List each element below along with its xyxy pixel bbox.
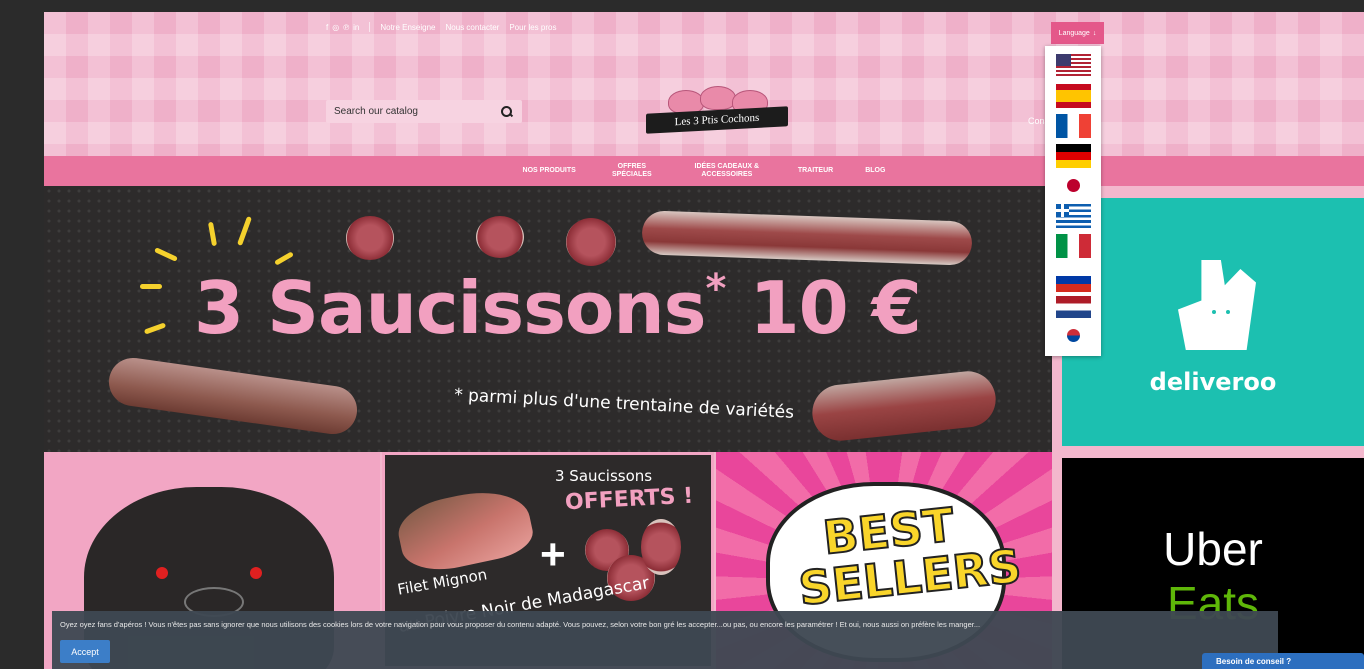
search-box (326, 100, 522, 123)
best-sellers-text: BEST SELLERS (792, 496, 1025, 616)
flag-ru-icon[interactable] (1056, 268, 1091, 292)
flag-nl-icon[interactable] (1056, 296, 1091, 318)
logo-text: Les 3 Ptis Cochons (646, 106, 788, 134)
hero-banner[interactable]: 3 Saucissons* 10 € * parmi plus d'une tr… (44, 186, 1052, 452)
pig-eye (250, 567, 262, 579)
language-label: Language (1058, 29, 1090, 37)
tile2-line3: Filet Mignon (396, 565, 489, 599)
uber-wordmark: Uber (1163, 523, 1263, 575)
pig-eye (156, 567, 168, 579)
flag-it-icon[interactable] (1056, 234, 1091, 258)
flag-fr-icon[interactable] (1056, 114, 1091, 138)
top-bar: f ◎ ℗ in Notre Enseigne Nous contacter P… (326, 22, 556, 32)
instagram-icon[interactable]: ◎ (332, 23, 339, 32)
language-button[interactable]: Language ↓ (1051, 22, 1104, 44)
facebook-icon[interactable]: f (326, 23, 328, 32)
flag-kr-icon[interactable] (1056, 324, 1091, 348)
flag-es-icon[interactable] (1056, 84, 1091, 108)
deliveroo-wordmark: deliveroo (1149, 368, 1277, 396)
hero-price: 10 € (725, 266, 922, 350)
hero-headline: 3 Saucissons* 10 € (194, 266, 922, 350)
social-links: f ◎ ℗ in (326, 23, 359, 32)
language-dropdown (1045, 46, 1101, 356)
hero-star: * (705, 266, 727, 312)
nav-item-nos-produits[interactable]: NOS PRODUITS (507, 167, 592, 175)
cookie-message: Oyez oyez fans d'apéros ! Vous n'êtes pa… (60, 620, 981, 629)
accept-button[interactable]: Accept (60, 640, 110, 663)
browser-viewport: f ◎ ℗ in Notre Enseigne Nous contacter P… (44, 12, 1364, 669)
saucisson-slice (476, 216, 524, 258)
link-notre-enseigne[interactable]: Notre Enseigne (380, 23, 435, 32)
chat-widget[interactable]: Besoin de conseil ? (1202, 653, 1364, 669)
deliveroo-logo-icon (1178, 260, 1256, 350)
pig-icon (700, 86, 736, 110)
tile2-line2: OFFERTS ! (564, 483, 694, 516)
flag-us-icon[interactable] (1056, 54, 1091, 78)
site-logo[interactable]: Les 3 Ptis Cochons (644, 86, 790, 138)
search-icon[interactable] (500, 105, 514, 119)
tile2-line1: 3 Saucissons (555, 467, 653, 485)
nav-item-idees-cadeaux[interactable]: IDÉES CADEAUX & ACCESSOIRES (672, 163, 782, 179)
filet-mignon-image (393, 482, 537, 578)
site-header: f ◎ ℗ in Notre Enseigne Nous contacter P… (44, 12, 1364, 156)
flag-de-icon[interactable] (1056, 144, 1091, 168)
link-pour-les-pros[interactable]: Pour les pros (509, 23, 556, 32)
deliveroo-logo-eye (1212, 310, 1216, 314)
flag-jp-icon[interactable] (1056, 174, 1091, 198)
link-nous-contacter[interactable]: Nous contacter (446, 23, 500, 32)
plus-icon: + (540, 530, 566, 579)
saucisson-slice (346, 216, 394, 260)
pinterest-icon[interactable]: ℗ (343, 23, 349, 32)
linkedin-icon[interactable]: in (353, 23, 359, 32)
main-nav: NOS PRODUITS OFFRES SPÉCIALES IDÉES CADE… (44, 156, 1364, 186)
deliveroo-banner[interactable]: deliveroo (1062, 198, 1364, 446)
nav-item-blog[interactable]: BLOG (849, 167, 901, 175)
divider (369, 22, 371, 32)
cookie-banner: Oyez oyez fans d'apéros ! Vous n'êtes pa… (52, 611, 1278, 669)
flag-gr-icon[interactable] (1056, 204, 1091, 228)
burst-ray (140, 284, 162, 289)
deliveroo-logo-eye (1226, 310, 1230, 314)
nav-item-offres-speciales[interactable]: OFFRES SPÉCIALES (592, 163, 672, 179)
saucisson-slice (641, 519, 681, 575)
saucisson-slice (566, 218, 616, 266)
nav-item-traiteur[interactable]: TRAITEUR (782, 167, 849, 175)
arrow-down-icon: ↓ (1092, 29, 1097, 37)
search-input[interactable] (334, 106, 500, 117)
hero-headline-text: 3 Saucissons (194, 266, 707, 350)
